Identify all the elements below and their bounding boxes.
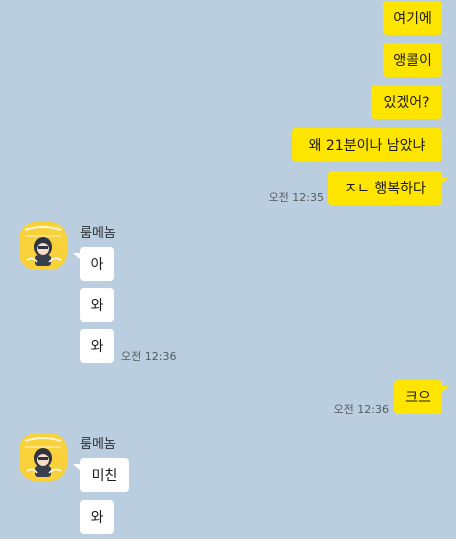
message-text: 와	[90, 510, 104, 526]
my-message-bubble[interactable]: 앵콜이	[383, 43, 442, 77]
message-text: 와	[90, 298, 104, 314]
bubble-tail	[73, 464, 82, 472]
my-message-bubble[interactable]: 크으	[394, 380, 449, 414]
sender-name: 룸메놈	[80, 437, 116, 452]
my-message-bubble[interactable]: ㅈㄴ 행복하다	[328, 171, 449, 205]
message-text: 여기에	[393, 11, 432, 27]
my-message-bubble[interactable]: 왜 21분이나 남았냐	[292, 128, 442, 162]
profile-avatar[interactable]	[19, 222, 67, 270]
profile-avatar[interactable]	[19, 433, 67, 481]
friend-message-bubble[interactable]: 아	[73, 247, 114, 281]
bubble-tail	[440, 386, 449, 394]
friend-message-bubble[interactable]: 와	[80, 288, 114, 322]
character-avatar-icon	[19, 222, 67, 270]
message-timestamp: 오전 12:36	[333, 403, 389, 416]
message-text: 있겠어?	[383, 95, 430, 111]
my-message-bubble[interactable]: 여기에	[383, 1, 442, 35]
message-text: 왜 21분이나 남았냐	[308, 138, 426, 154]
message-text: 앵콜이	[393, 53, 432, 69]
character-avatar-icon	[19, 433, 67, 481]
friend-message-bubble[interactable]: 와	[80, 500, 114, 534]
my-message-bubble[interactable]: 있겠어?	[371, 85, 442, 119]
message-text: 크으	[405, 390, 431, 406]
message-timestamp: 오전 12:36	[121, 350, 177, 363]
bubble-tail	[440, 177, 449, 185]
message-text: ㅈㄴ 행복하다	[344, 181, 426, 197]
sender-name: 룸메놈	[80, 226, 116, 241]
message-text: 미친	[91, 468, 118, 484]
message-timestamp: 오전 12:35	[268, 191, 324, 204]
message-text: 아	[90, 257, 104, 273]
bubble-tail	[73, 253, 82, 261]
friend-message-bubble[interactable]: 미친	[73, 458, 129, 492]
friend-message-bubble[interactable]: 와	[80, 329, 114, 363]
message-text: 와	[90, 339, 104, 355]
